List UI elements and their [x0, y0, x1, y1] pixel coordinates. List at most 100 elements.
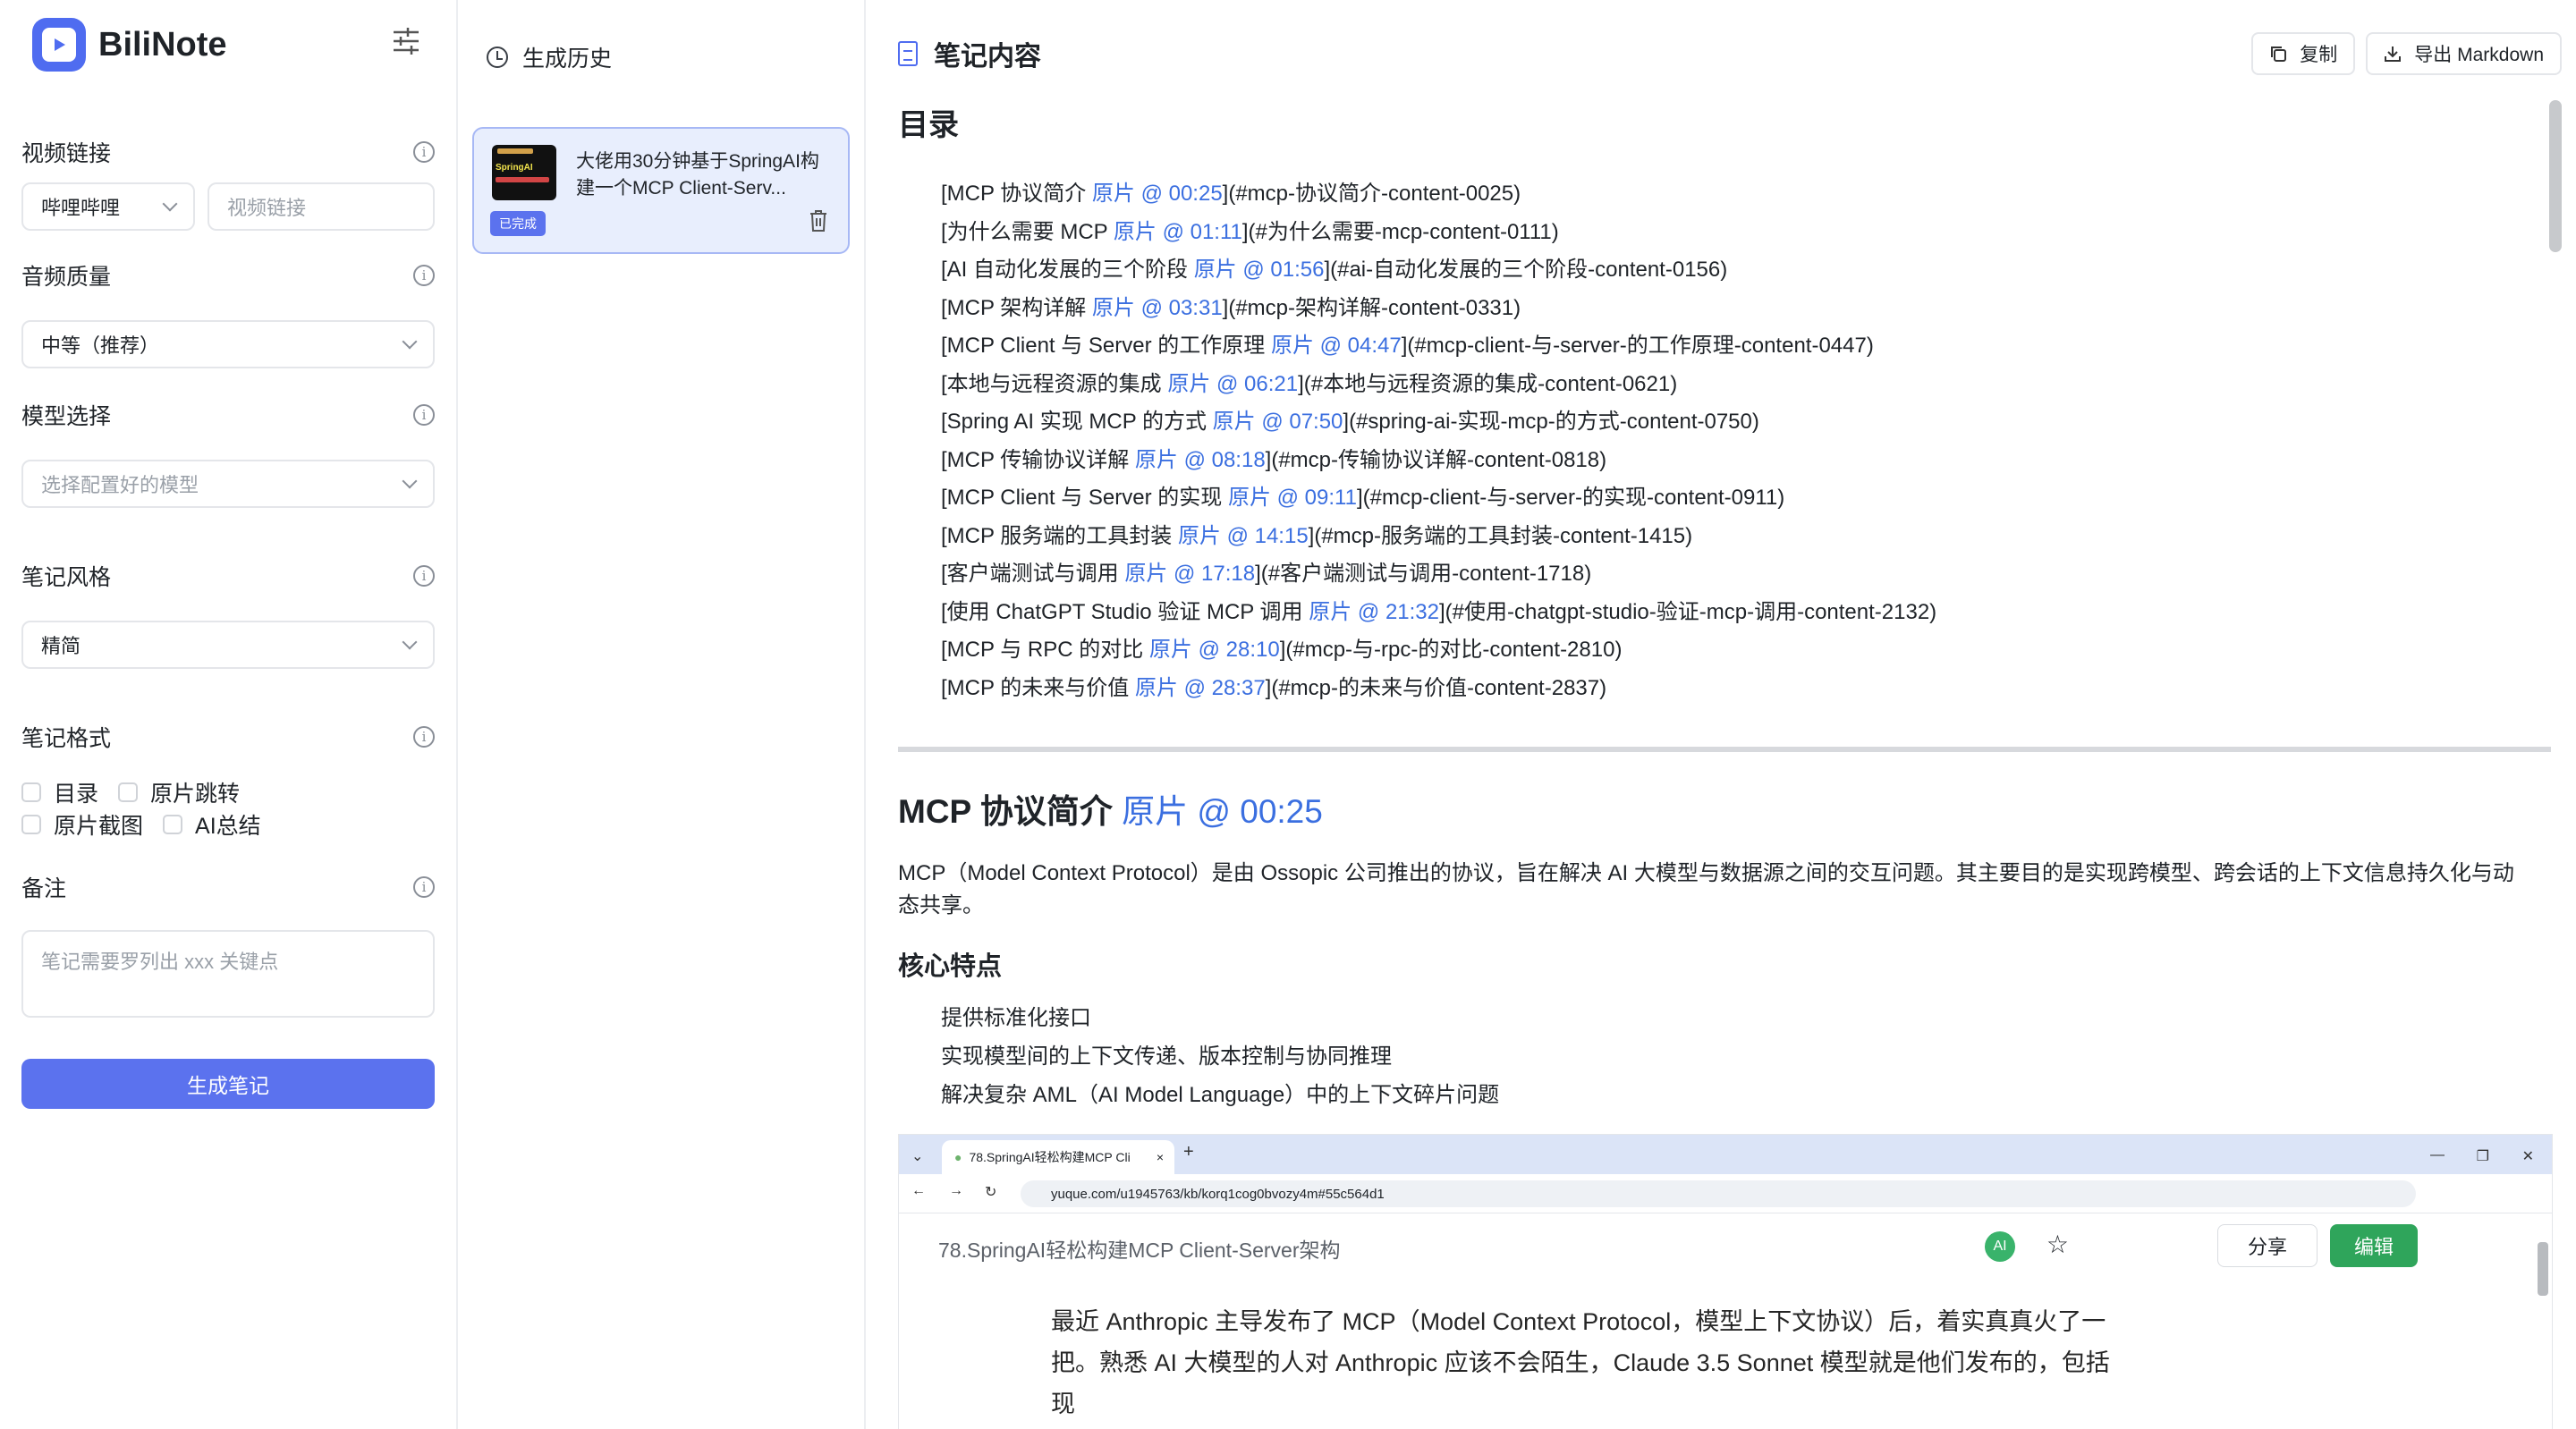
scrollbar[interactable]	[2549, 100, 2562, 252]
copy-button[interactable]: 复制	[2251, 32, 2356, 75]
source-link[interactable]: 原片 @ 09:11	[1228, 486, 1357, 510]
style-label: 笔记风格	[21, 565, 112, 590]
audio-quality-value: 中等（推荐）	[41, 334, 160, 357]
source-link[interactable]: 原片 @ 21:32	[1309, 600, 1439, 624]
toc-item: [MCP 服务端的工具封装 原片 @ 14:15](#mcp-服务端的工具封装-…	[941, 523, 1693, 548]
share-button: 分享	[2217, 1224, 2318, 1267]
toc-item: [MCP 与 RPC 的对比 原片 @ 28:10](#mcp-与-rpc-的对…	[941, 638, 1623, 662]
info-icon[interactable]: i	[413, 404, 435, 426]
model-select[interactable]: 选择配置好的模型	[21, 460, 435, 508]
video-screenshot: ⌄ ● 78.SpringAI轻松构建MCP Cli × + — ❐ ✕ ← → ↻…	[898, 1134, 2553, 1429]
list-item: 提供标准化接口	[941, 1006, 1091, 1030]
ai-badge: AI	[1985, 1231, 2015, 1262]
info-icon[interactable]: i	[413, 265, 435, 286]
model-placeholder: 选择配置好的模型	[41, 474, 199, 496]
source-link[interactable]: 原片 @ 06:21	[1167, 372, 1298, 396]
plus-icon: +	[1183, 1142, 1194, 1162]
format-option-toc[interactable]: 目录	[21, 776, 98, 808]
source-link[interactable]: 原片 @ 14:15	[1178, 524, 1309, 548]
source-link[interactable]: 原片 @ 17:18	[1124, 562, 1255, 586]
source-link[interactable]: 原片 @ 28:37	[1135, 676, 1266, 700]
subheading: 核心特点	[898, 952, 1003, 981]
format-options: 目录 原片跳转 原片截图 AI总结	[21, 776, 397, 841]
remark-label: 备注	[21, 876, 67, 901]
export-markdown-button[interactable]: 导出 Markdown	[2366, 32, 2562, 75]
source-link[interactable]: 原片 @ 07:50	[1213, 410, 1343, 434]
info-icon[interactable]: i	[413, 141, 435, 163]
download-icon	[2385, 47, 2402, 62]
copy-icon	[2271, 47, 2287, 62]
format-label: 笔记格式	[21, 726, 112, 751]
star-icon: ☆	[2046, 1230, 2069, 1258]
source-link[interactable]: 原片 @ 28:10	[1149, 638, 1280, 662]
trash-icon[interactable]	[809, 209, 828, 233]
remark-textarea[interactable]: 笔记需要罗列出 xxx 关键点	[21, 930, 435, 1018]
markdown-viewer[interactable]: 目录 [MCP 协议简介 原片 @ 00:25](#mcp-协议简介-conte…	[898, 100, 2562, 1429]
toc-item: [为什么需要 MCP 原片 @ 01:11](#为什么需要-mcp-conten…	[941, 219, 1559, 244]
info-icon[interactable]: i	[413, 876, 435, 898]
platform-value: 哔哩哔哩	[41, 197, 121, 219]
toc-item: [MCP Client 与 Server 的工作原理 原片 @ 04:47](#…	[941, 334, 1874, 358]
app-name: BiliNote	[98, 25, 227, 63]
list-item: 实现模型间的上下文传递、版本控制与协同推理	[941, 1044, 1392, 1069]
app-root: BiliNote 视频链接 i 哔哩哔哩 视频链接 音频质量 i 中等（推荐） 模型…	[0, 0, 2576, 1429]
toc-heading: 目录	[898, 108, 959, 142]
toc-item: [Spring AI 实现 MCP 的方式 原片 @ 07:50](#sprin…	[941, 410, 1759, 434]
history-item[interactable]: SpringAI 大佬用30分钟基于SpringAI构建一个MCP Client…	[472, 127, 850, 254]
section-paragraph: MCP（Model Context Protocol）是由 Ossopic 公司…	[898, 861, 2514, 917]
chevron-down-icon	[162, 196, 178, 212]
source-link[interactable]: 原片 @ 00:25	[1092, 182, 1223, 206]
info-icon[interactable]: i	[413, 565, 435, 587]
section-heading: MCP 协议简介 原片 @ 00:25	[898, 793, 1323, 830]
yuque-body: 最近 Anthropic 主导发布了 MCP（Model Context Pro…	[1051, 1308, 2110, 1417]
style-select[interactable]: 精简	[21, 621, 435, 669]
toc-list: [MCP 协议简介 原片 @ 00:25](#mcp-协议简介-content-…	[898, 175, 2562, 707]
checkbox[interactable]	[163, 815, 183, 834]
format-option-screenshot[interactable]: 原片截图	[21, 808, 143, 841]
source-link[interactable]: 原片 @ 01:11	[1114, 220, 1242, 244]
source-link[interactable]: 原片 @ 04:47	[1271, 334, 1402, 358]
info-icon[interactable]: i	[413, 726, 435, 748]
toc-item: [本地与远程资源的集成 原片 @ 06:21](#本地与远程资源的集成-cont…	[941, 371, 1678, 396]
format-option-ai-summary[interactable]: AI总结	[163, 808, 261, 841]
source-link[interactable]: 原片 @ 00:25	[1122, 793, 1323, 830]
toc-item: [客户端测试与调用 原片 @ 17:18](#客户端测试与调用-content-…	[941, 562, 1592, 586]
toc-item: [MCP 协议简介 原片 @ 00:25](#mcp-协议简介-content-…	[941, 182, 1521, 206]
generate-note-button[interactable]: 生成笔记	[21, 1059, 435, 1109]
back-icon: ←	[911, 1183, 926, 1198]
toc-item: [MCP 架构详解 原片 @ 03:31](#mcp-架构详解-content-…	[941, 295, 1521, 320]
content-actions: 复制 导出 Markdown	[2251, 32, 2562, 75]
status-badge: 已完成	[490, 211, 546, 236]
chevron-down-icon	[402, 334, 418, 350]
audio-quality-select[interactable]: 中等（推荐）	[21, 320, 435, 368]
source-link[interactable]: 原片 @ 08:18	[1135, 448, 1266, 472]
video-thumbnail: SpringAI	[492, 145, 556, 200]
sidebar-toggle-icon[interactable]	[388, 23, 424, 59]
note-content-panel: 笔记内容 复制 导出 Markdown 目录 [MCP 协议简介 原片 @ 00…	[866, 0, 2576, 1429]
checkbox[interactable]	[21, 815, 41, 834]
platform-select[interactable]: 哔哩哔哩	[21, 182, 195, 231]
clock-icon	[487, 47, 508, 68]
toc-item: [使用 ChatGPT Studio 验证 MCP 调用 原片 @ 21:32]…	[941, 599, 1937, 624]
source-link[interactable]: 原片 @ 03:31	[1092, 296, 1223, 320]
toc-item: [MCP Client 与 Server 的实现 原片 @ 09:11](#mc…	[941, 486, 1785, 510]
forward-icon: →	[949, 1183, 963, 1198]
chevron-down-icon	[402, 473, 418, 489]
reload-icon: ↻	[985, 1185, 997, 1200]
yuque-doc-title: 78.SpringAI轻松构建MCP Client-Server架构	[938, 1239, 1341, 1262]
audio-quality-label: 音频质量	[21, 265, 112, 290]
bilinote-logo	[32, 18, 86, 72]
edit-button: 编辑	[2330, 1224, 2418, 1267]
brand: BiliNote	[21, 0, 435, 89]
video-link-input[interactable]: 视频链接	[208, 182, 435, 231]
checkbox[interactable]	[21, 782, 41, 802]
checkbox[interactable]	[118, 782, 139, 802]
style-value: 精简	[41, 635, 81, 657]
chevron-down-icon: ⌄	[911, 1149, 924, 1164]
close-icon: ✕	[2521, 1149, 2534, 1164]
history-panel: 生成历史 SpringAI 大佬用30分钟基于SpringAI构建一个MCP C…	[458, 0, 866, 1429]
source-link[interactable]: 原片 @ 01:56	[1194, 258, 1325, 282]
format-option-jump[interactable]: 原片跳转	[118, 776, 240, 808]
note-form-panel: BiliNote 视频链接 i 哔哩哔哩 视频链接 音频质量 i 中等（推荐） 模型…	[0, 0, 458, 1429]
toc-item: [MCP 的未来与价值 原片 @ 28:37](#mcp-的未来与价值-cont…	[941, 675, 1607, 700]
